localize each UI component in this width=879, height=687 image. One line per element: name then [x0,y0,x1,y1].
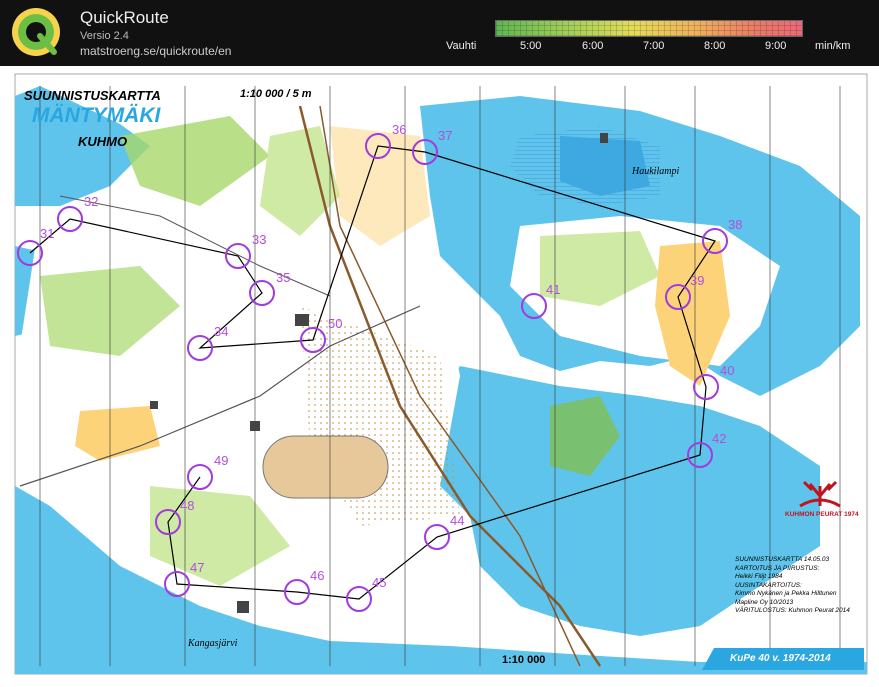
app-name: QuickRoute [80,8,169,28]
control-label: 40 [720,363,734,378]
map-scale: 1:10 000 / 5 m [240,88,312,100]
control-label: 46 [310,568,324,583]
control-label: 37 [438,128,452,143]
control-label: 34 [214,324,228,339]
sports-track [263,436,388,498]
pace-tick: 9:00 [765,40,786,52]
credit-line: VÄRITULOSTUS: Kuhmon Peurat 2014 [735,607,865,616]
control-label: 48 [180,498,194,513]
control-label: 33 [252,232,266,247]
credit-line: KARTOITUS JA PIIRUSTUS: [735,565,865,574]
pace-color-scale [495,20,803,37]
control-label: 38 [728,217,742,232]
anniversary-footer: KuPe 40 v. 1974-2014 [730,653,831,664]
control-label: 36 [392,122,406,137]
pace-unit: min/km [815,40,850,52]
kuhmon-peurat-logo-icon [790,476,850,536]
orienteering-map[interactable]: SUUNNISTUSKARTTA MÄNTYMÄKI KUHMO 1:10 00… [0,66,879,687]
pace-tick: 8:00 [704,40,725,52]
credit-line: Heikki Filijt 1984 [735,573,865,582]
control-label: 41 [546,282,560,297]
app-header: QuickRoute Versio 2.4 matstroeng.se/quic… [0,0,879,66]
credit-line: UUSINTAKARTOITUS: [735,582,865,591]
map-credits: SUUNNISTUSKARTTA 14.05.03 KARTOITUS JA P… [735,556,865,616]
pace-tick: 7:00 [643,40,664,52]
app-version: Versio 2.4 [80,30,129,42]
credit-line: Kimmo Nykänen ja Pekka Hilltunen [735,590,865,599]
control-label: 32 [84,194,98,209]
control-label: 42 [712,431,726,446]
lake-label: Haukilampi [632,166,679,177]
control-label: 49 [214,453,228,468]
control-label: 44 [450,513,464,528]
map-scale-bottom: 1:10 000 [502,654,545,666]
credit-line: Mapline Oy 10/2013 [735,599,865,608]
pace-label: Vauhti [446,40,476,52]
map-location: KUHMO [78,134,127,149]
control-label: 35 [276,270,290,285]
control-label: 45 [372,575,386,590]
club-name: KUHMON PEURAT 1974 [785,511,859,518]
pace-tick: 6:00 [582,40,603,52]
quickroute-logo-icon [10,6,62,58]
map-name: MÄNTYMÄKI [32,104,160,128]
map-title: SUUNNISTUSKARTTA [24,88,161,103]
control-label: 39 [690,273,704,288]
control-label: 47 [190,560,204,575]
credit-line: SUUNNISTUSKARTTA 14.05.03 [735,556,865,565]
pace-tick: 5:00 [520,40,541,52]
lake-label: Kangasjärvi [188,638,237,649]
control-label: 50 [328,316,342,331]
app-url: matstroeng.se/quickroute/en [80,44,231,58]
control-label: 31 [40,226,54,241]
